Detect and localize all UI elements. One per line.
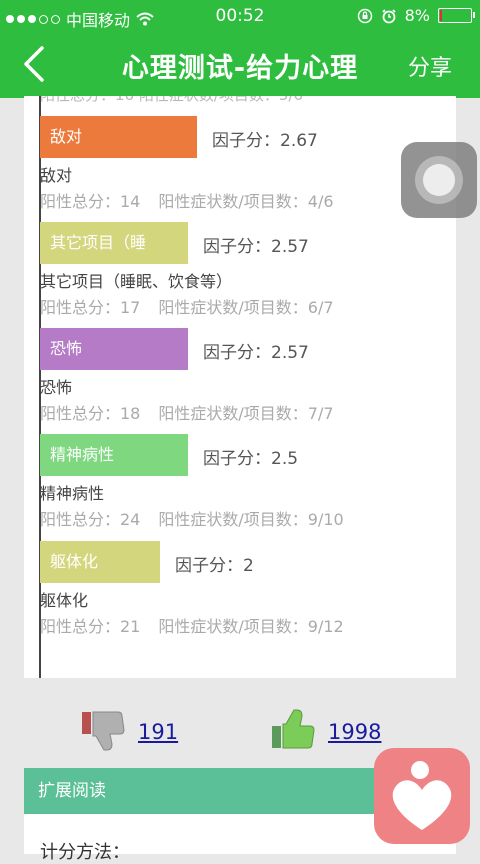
factor-bar: 敌对 <box>40 116 197 158</box>
factor-stats: 阳性总分：21 阳性症状数/项目数：9/12 <box>40 617 344 636</box>
factor-score: 因子分：2.57 <box>203 237 309 257</box>
factor-stats: 阳性总分：14 阳性症状数/项目数：4/6 <box>40 192 334 211</box>
scoring-method-heading: 计分方法： <box>40 842 130 863</box>
factor-stats: 阳性总分：24 阳性症状数/项目数：9/10 <box>40 510 344 529</box>
factor-name: 躯体化 <box>40 591 89 610</box>
factor-name: 精神病性 <box>40 484 105 503</box>
app-logo-button[interactable] <box>374 748 470 844</box>
assistive-touch-button[interactable] <box>401 142 477 218</box>
rotation-lock-icon <box>357 8 372 23</box>
factor-bar: 其它项目（睡 <box>40 222 188 264</box>
alarm-icon <box>381 8 396 23</box>
like-count[interactable]: 1998 <box>328 720 381 744</box>
share-button[interactable]: 分享 <box>408 50 452 82</box>
battery-icon <box>438 8 475 23</box>
thumbs-down-icon[interactable] <box>80 706 128 754</box>
heart-person-icon <box>392 761 452 830</box>
factor-stats: 阳性总分：18 阳性症状数/项目数：7/7 <box>40 404 334 423</box>
factor-bar: 躯体化 <box>40 541 160 583</box>
nav-bar: 心理测试-给力心理 分享 <box>0 34 480 96</box>
factor-score: 因子分：2 <box>175 556 254 576</box>
battery-percent: 8% <box>404 6 430 25</box>
factor-stats: 阳性总分：17 阳性症状数/项目数：6/7 <box>40 298 334 317</box>
dislike-count[interactable]: 191 <box>138 720 178 744</box>
factor-score-card: 阳性总分：16 阳性症状数/项目数：5/6 敌对 因子分：2.67 敌对 阳性总… <box>24 96 456 678</box>
thumbs-up-icon[interactable] <box>270 706 318 754</box>
factor-bar: 精神病性 <box>40 434 188 476</box>
factor-score: 因子分：2.5 <box>203 449 299 469</box>
factor-bar: 恐怖 <box>40 328 188 370</box>
partial-stats-row: 阳性总分：16 阳性症状数/项目数：5/6 <box>40 96 303 105</box>
factor-score: 因子分：2.67 <box>212 131 318 151</box>
factor-score: 因子分：2.57 <box>203 343 309 363</box>
status-bar: 中国移动 00:52 8% <box>0 0 480 34</box>
factor-name: 其它项目（睡眠、饮食等） <box>40 272 233 291</box>
factor-name: 恐怖 <box>40 378 73 397</box>
app-header: 中国移动 00:52 8% 心理测试-给力心理 分享 <box>0 0 480 98</box>
factor-name: 敌对 <box>40 166 73 185</box>
